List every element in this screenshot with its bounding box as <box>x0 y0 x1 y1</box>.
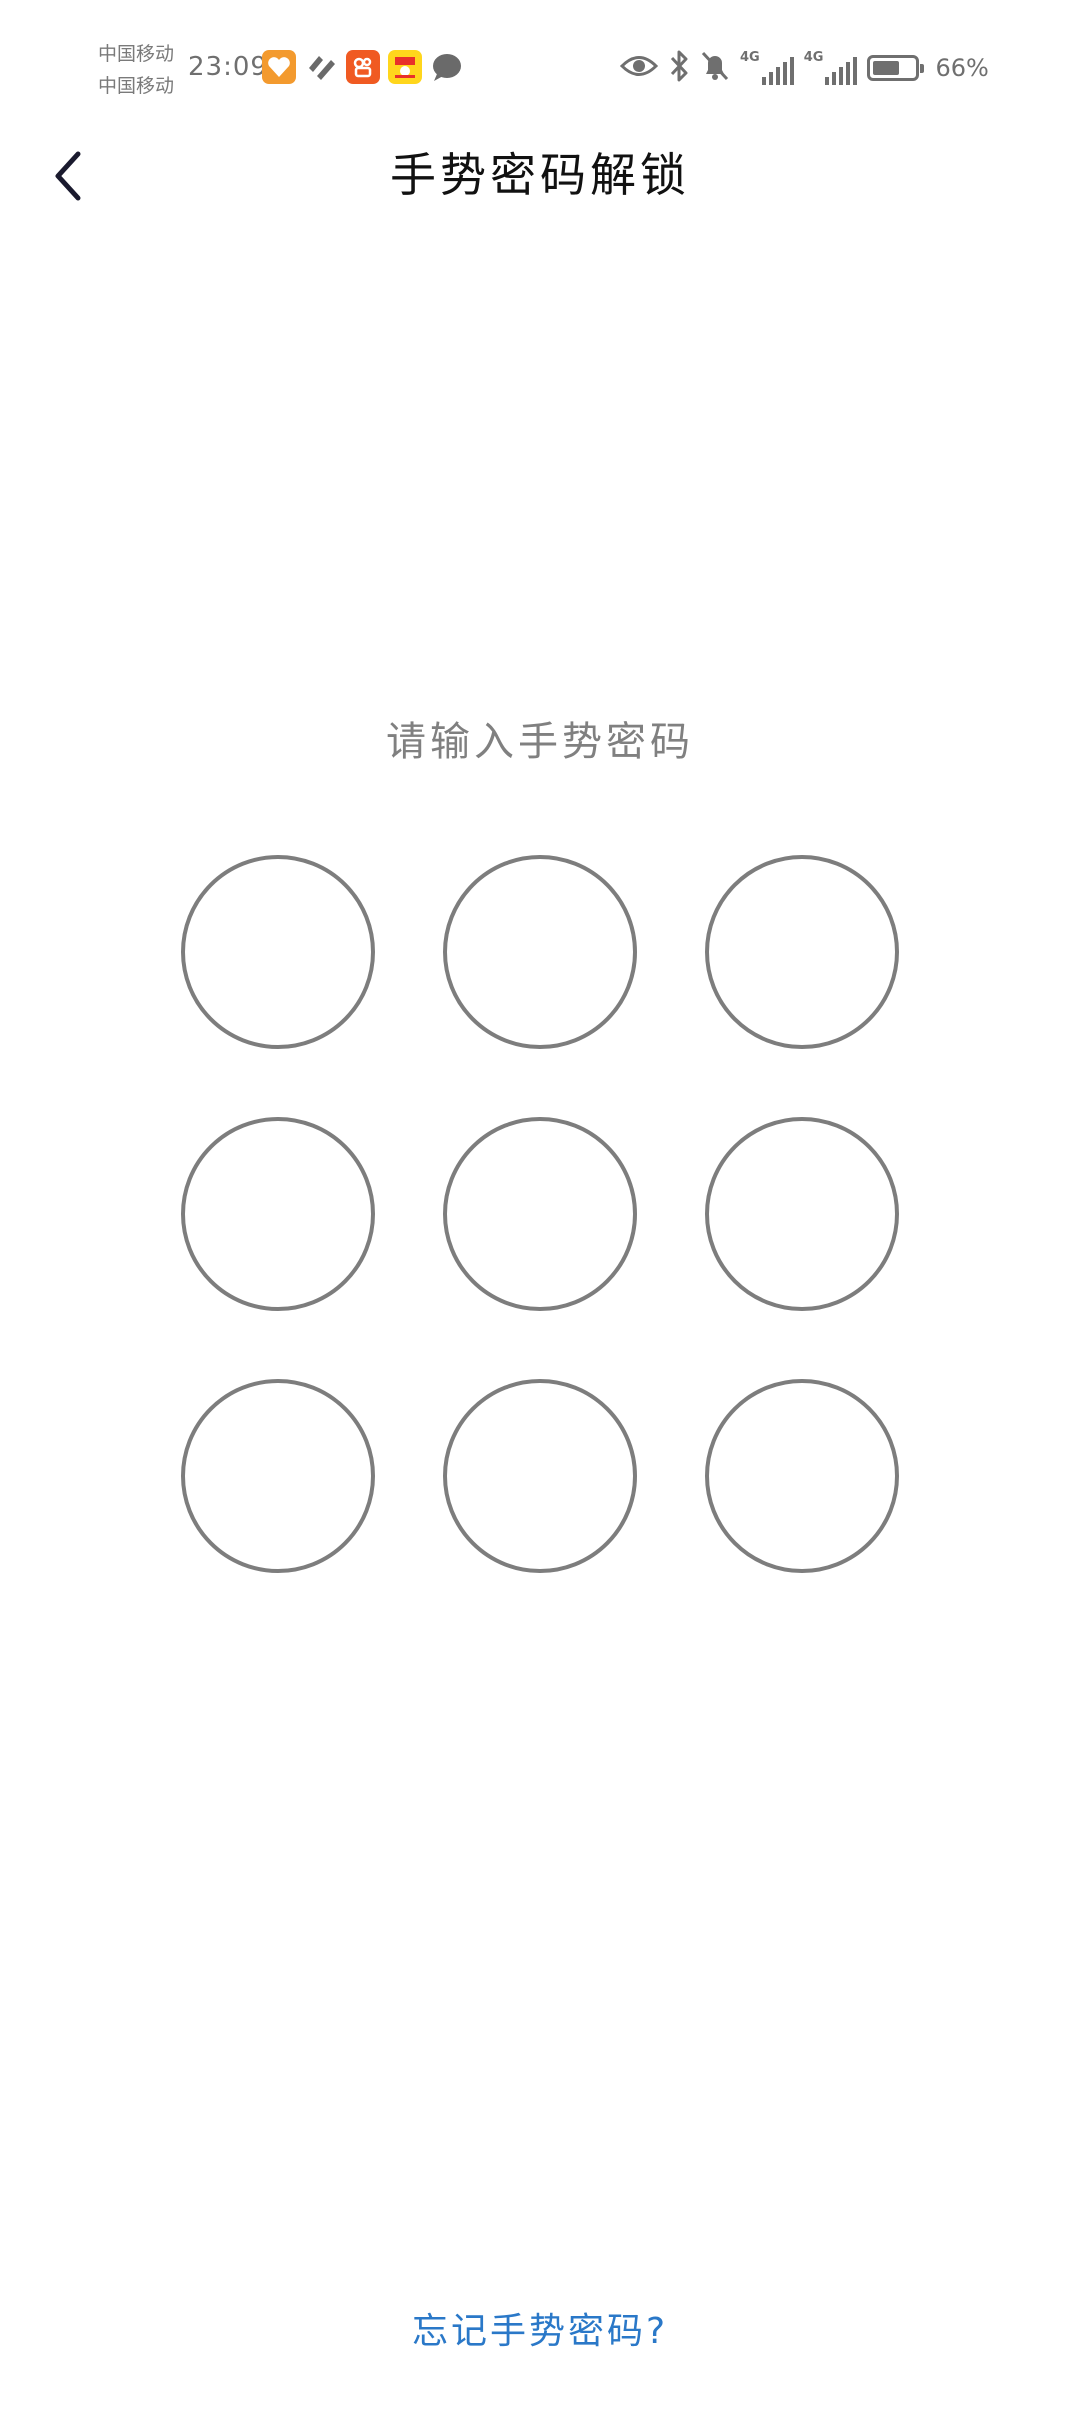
message-bubble-icon <box>430 50 464 84</box>
status-clock: 23:09 <box>188 52 268 82</box>
signal-bars-1-icon <box>761 55 794 85</box>
eye-icon <box>619 53 659 83</box>
pattern-dot-6[interactable] <box>705 1117 899 1311</box>
bluetooth-icon <box>668 49 690 87</box>
page-title: 手势密码解锁 <box>390 148 690 202</box>
pattern-dot-4[interactable] <box>181 1117 375 1311</box>
battery-fill <box>873 61 900 75</box>
health-app-icon <box>304 50 338 84</box>
pattern-dot-1[interactable] <box>181 855 375 1049</box>
pattern-dot-3[interactable] <box>705 855 899 1049</box>
carrier-2-label: 中国移动 <box>98 75 175 97</box>
status-bar: 中国移动 中国移动 23:09 4G 4G 66% <box>0 0 1080 135</box>
pattern-dot-9[interactable] <box>705 1379 899 1573</box>
signal-2: 4G <box>804 51 858 85</box>
signal-1: 4G <box>740 51 794 85</box>
carrier-info: 中国移动 中国移动 <box>98 38 174 102</box>
kuaishou-app-icon <box>346 50 380 84</box>
forgot-gesture-password-link[interactable]: 忘记手势密码? <box>0 2302 1080 2362</box>
pattern-dot-7[interactable] <box>181 1379 375 1573</box>
carrier-1-label: 中国移动 <box>98 43 175 65</box>
network-1-label: 4G <box>740 50 760 65</box>
pattern-dot-5[interactable] <box>443 1117 637 1311</box>
yellow-app-icon <box>388 50 422 84</box>
mute-bell-icon <box>700 50 730 86</box>
system-status: 4G 4G 66% <box>619 49 989 87</box>
gesture-pattern-grid[interactable] <box>178 852 902 1576</box>
pattern-dot-8[interactable] <box>443 1379 637 1573</box>
signal-bars-2-icon <box>825 55 858 85</box>
battery-icon <box>867 55 925 81</box>
orange-heart-app-icon <box>262 50 296 84</box>
pattern-dot-2[interactable] <box>443 855 637 1049</box>
gesture-prompt: 请输入手势密码 <box>386 719 694 765</box>
notification-icons <box>262 50 464 84</box>
battery-percent: 66% <box>935 54 989 82</box>
network-2-label: 4G <box>803 50 824 65</box>
